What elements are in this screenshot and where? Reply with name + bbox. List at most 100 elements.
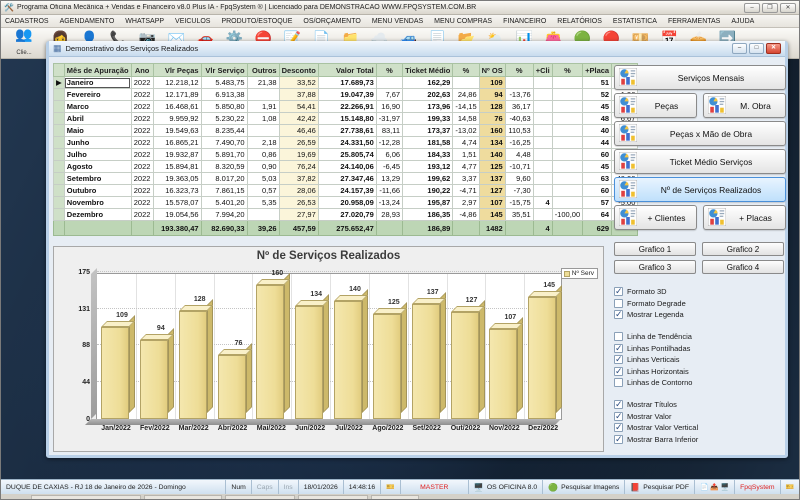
view-button-ticket-m-dio-servi-os[interactable]: Ticket Médio Serviços (614, 149, 786, 174)
table-row[interactable]: Marco 2022 16.468,61 5.850,80 1,91 54,41 22.26… (53, 100, 639, 113)
main-titlebar: 🛠️ Programa Oficina Mecânica + Vendas e … (1, 1, 799, 15)
menu-item-ajuda[interactable]: AJUDA (731, 18, 754, 25)
table-row[interactable]: Agosto 2022 15.894,81 8.320,59 0,90 76,24 24.1… (53, 160, 639, 173)
totals-cell: 4 (532, 220, 553, 236)
checkbox-formato-degrade[interactable]: Formato Degrade (614, 298, 786, 308)
search-images-button[interactable]: 🟢 Pesquisar Imagens (543, 480, 626, 494)
checkbox-box[interactable] (614, 423, 623, 432)
child-maximize-button[interactable]: □ (749, 43, 764, 54)
checkbox-mostrar-barra-inferior[interactable]: Mostrar Barra Inferior (614, 434, 786, 444)
view-button-m-obra[interactable]: M. Obra (703, 93, 786, 118)
toolbar-clientes-icon[interactable]: 👥 Clie... (2, 26, 46, 58)
checkbox-box[interactable] (614, 343, 623, 353)
col-header[interactable]: Vlr Peças (152, 63, 202, 77)
checkbox-box[interactable] (614, 355, 623, 364)
col-header[interactable]: Nº OS (478, 63, 506, 77)
table-cell: 19.932,87 (152, 148, 202, 161)
checkbox-linhas-verticais[interactable]: Linhas Verticais (614, 355, 786, 364)
view-button-pe-as[interactable]: Peças (614, 93, 697, 118)
checkbox-box[interactable] (614, 298, 623, 308)
checkbox-mostrar-valor-vertical[interactable]: Mostrar Valor Vertical (614, 423, 786, 432)
table-cell: 15.148,80 (317, 112, 377, 125)
menu-item-agendamento[interactable]: AGENDAMENTO (60, 18, 115, 25)
checkbox-linha-de-tend-ncia[interactable]: Linha de Tendência (614, 332, 786, 341)
checkbox-linhas-horizontais[interactable]: Linhas Horizontais (614, 366, 786, 376)
col-header[interactable]: +Cli (532, 63, 553, 77)
table-row[interactable]: ▶ Janeiro 2022 12.218,12 5.483,75 21,38 33,52 1… (53, 76, 639, 89)
button-grafico-4[interactable]: Grafico 4 (702, 260, 784, 274)
menu-item-menu-compras[interactable]: MENU COMPRAS (434, 18, 492, 25)
table-cell: 57 (582, 196, 613, 209)
table-cell (532, 124, 553, 137)
checkbox-box[interactable] (614, 332, 623, 341)
col-header[interactable]: Mês de Apuração (63, 63, 132, 77)
col-header[interactable]: Desconto (278, 63, 319, 77)
checkbox-box[interactable] (614, 378, 623, 387)
checkbox-box[interactable] (614, 411, 623, 421)
col-header[interactable]: % (375, 63, 404, 77)
col-header[interactable]: % (504, 63, 534, 77)
view-button--clientes[interactable]: + Clientes (614, 205, 697, 230)
menu-item-menu-vendas[interactable]: MENU VENDAS (372, 18, 423, 25)
totals-cell: 193.380,47 (152, 220, 202, 236)
child-titlebar[interactable]: ▦ Demonstrativo dos Serviços Realizados … (49, 41, 785, 57)
checkbox-linhas-pontilhadas[interactable]: Linhas Pontilhadas (614, 343, 786, 353)
menu-item-estatistica[interactable]: ESTATISTICA (613, 18, 657, 25)
child-minimize-button[interactable]: – (732, 43, 747, 54)
table-cell (551, 76, 584, 89)
table-row[interactable]: Maio 2022 19.549,63 8.235,44 46,46 27.738,61 8… (53, 124, 639, 137)
table-row[interactable]: Junho 2022 16.865,21 7.490,70 2,18 26,59 24.33… (53, 136, 639, 149)
table-row[interactable]: Outubro 2022 16.323,73 7.861,15 0,57 28,06 24.… (53, 184, 639, 197)
menu-item-ferramentas[interactable]: FERRAMENTAS (668, 18, 720, 25)
table-cell: 193,12 (402, 160, 454, 173)
checkbox-mostrar-t-tulos[interactable]: Mostrar Títulos (614, 400, 786, 409)
checkbox-box[interactable] (614, 434, 623, 444)
menu-item-whatsapp[interactable]: WHATSAPP (125, 18, 164, 25)
button-grafico-2[interactable]: Grafico 2 (702, 242, 784, 256)
col-header[interactable]: % (551, 63, 584, 77)
table-row[interactable]: Fevereiro 2022 12.171,89 6.913,38 37,88 19.04… (53, 88, 639, 101)
table-cell (532, 208, 553, 221)
bar-value-label: 109 (116, 312, 128, 319)
table-row[interactable]: Dezembro 2022 19.054,56 7.994,20 27,97 27.020… (53, 208, 639, 221)
checkbox-box[interactable] (614, 400, 623, 409)
table-cell: 181,58 (402, 136, 454, 149)
checkbox-box[interactable] (614, 366, 623, 376)
table-row[interactable]: Novembro 2022 15.578,07 5.401,20 5,35 26,53 20… (53, 196, 639, 209)
checkbox-box[interactable] (614, 287, 623, 296)
table-cell (551, 172, 584, 185)
menu-item-produto-estoque[interactable]: PRODUTO/ESTOQUE (221, 18, 292, 25)
minimize-button[interactable]: – (744, 2, 760, 13)
close-button[interactable]: ✕ (780, 2, 796, 13)
table-row[interactable]: Setembro 2022 19.363,05 8.017,20 5,03 37,82 27… (53, 172, 639, 185)
checkbox-formato-3d[interactable]: Formato 3D (614, 287, 786, 296)
col-header[interactable]: Outros (246, 63, 280, 77)
child-close-button[interactable]: ✕ (766, 43, 781, 54)
menu-item-relat-rios[interactable]: RELATÓRIOS (557, 18, 602, 25)
button-grafico-3[interactable]: Grafico 3 (614, 260, 696, 274)
menu-item-veiculos[interactable]: VEICULOS (175, 18, 210, 25)
checkbox-linhas-de-contorno[interactable]: Linhas de Contorno (614, 378, 786, 387)
col-header[interactable]: Ano (130, 63, 154, 77)
col-header[interactable]: Valor Total (317, 63, 377, 77)
view-button-pe-as-x-m-o-de-obra[interactable]: Peças x Mão de Obra (614, 121, 786, 146)
restore-button[interactable]: ❐ (762, 2, 778, 13)
table-row[interactable]: Abril 2022 9.959,92 5.230,22 1,08 42,42 15.148… (53, 112, 639, 125)
search-pdf-button[interactable]: 📕 Pesquisar PDF (625, 480, 695, 494)
menu-item-cadastros[interactable]: CADASTROS (5, 18, 49, 25)
bar-value-label: 140 (349, 286, 361, 293)
button-grafico-1[interactable]: Grafico 1 (614, 242, 696, 256)
view-button-n-de-servi-os-realizados[interactable]: Nº de Serviços Realizados (614, 177, 786, 202)
view-button--placas[interactable]: + Placas (703, 205, 786, 230)
col-header[interactable]: % (452, 63, 480, 77)
menu-item-financeiro[interactable]: FINANCEIRO (503, 18, 546, 25)
col-header[interactable]: Vlr Serviço (200, 63, 248, 77)
col-header[interactable]: +Placa (582, 63, 613, 77)
checkbox-mostrar-legenda[interactable]: Mostrar Legenda (614, 310, 786, 319)
checkbox-mostrar-valor[interactable]: Mostrar Valor (614, 411, 786, 421)
col-header[interactable]: Ticket Médio (402, 63, 454, 77)
menu-item-os-or-amento[interactable]: OS/ORÇAMENTO (303, 18, 360, 25)
checkbox-box[interactable] (614, 310, 623, 319)
table-row[interactable]: Julho 2022 19.932,87 5.891,70 0,86 19,69 25.80… (53, 148, 639, 161)
view-button-servi-os-mensais[interactable]: Serviços Mensais (614, 65, 786, 90)
